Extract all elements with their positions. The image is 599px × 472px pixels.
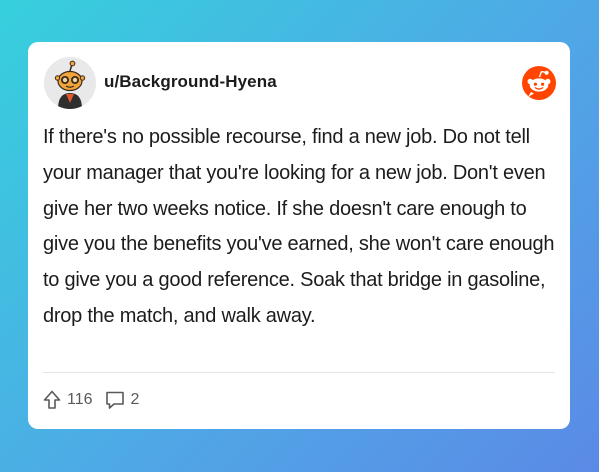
comment-count: 2: [130, 391, 140, 408]
upvote-arrow-icon: [43, 390, 61, 409]
post-card: u/Background-Hyena If there's no possibl…: [28, 42, 570, 429]
post-actions: 116 2: [43, 387, 139, 413]
post-body: If there's no possible recourse, find a …: [43, 126, 555, 327]
comments-button[interactable]: 2: [105, 390, 140, 410]
comment-bubble-icon: [105, 391, 124, 409]
upvote-count: 116: [67, 391, 93, 408]
divider: [43, 372, 555, 373]
post-header: u/Background-Hyena: [44, 57, 556, 109]
reddit-logo-icon: [522, 66, 556, 100]
avatar[interactable]: [44, 57, 96, 109]
username[interactable]: u/Background-Hyena: [104, 72, 277, 92]
snoo-avatar-icon: [44, 57, 96, 109]
upvote-button[interactable]: 116: [43, 390, 93, 410]
